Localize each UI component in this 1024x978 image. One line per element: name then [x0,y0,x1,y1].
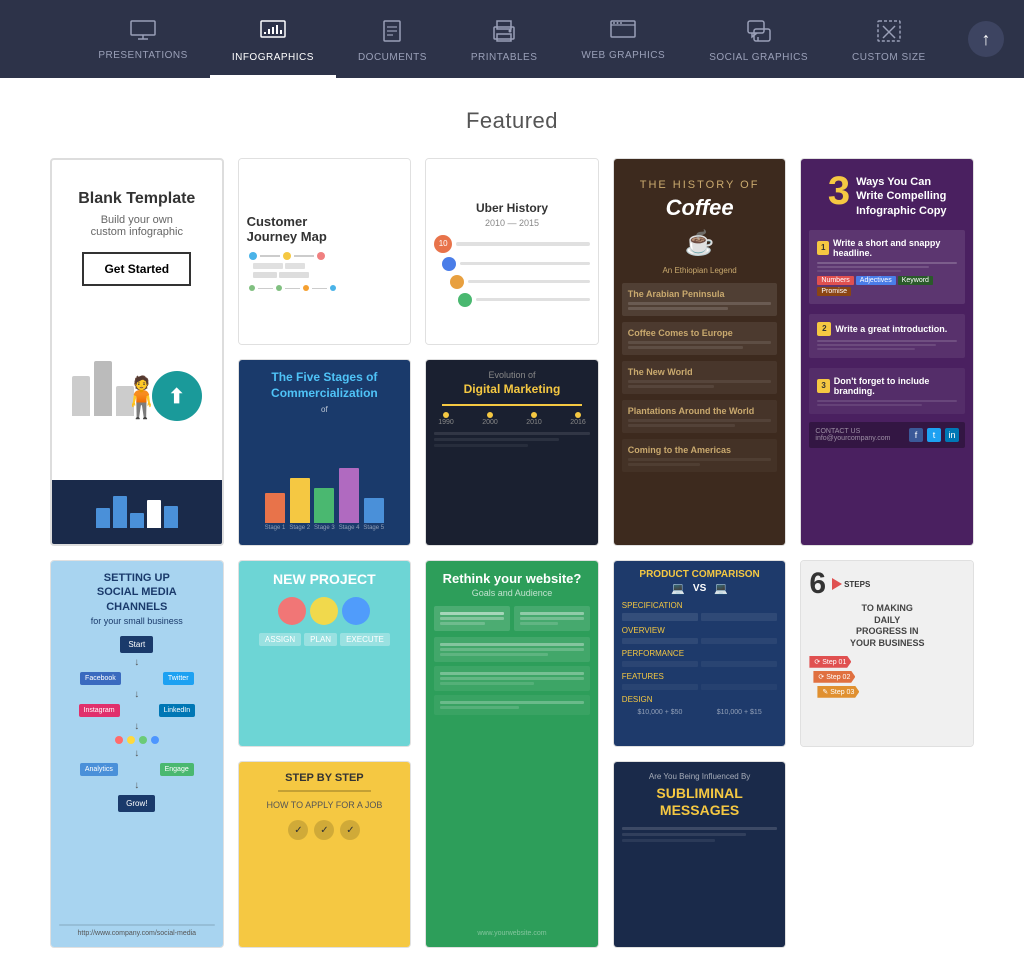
3-ways-infographic-card[interactable]: 3 Ways You CanWrite CompellingInfographi… [800,158,974,546]
product-comparison-title: PRODUCT COMPARISON [639,569,759,580]
nav-item-presentations[interactable]: PRESENTATIONS [76,10,209,78]
subliminal-title: SUBLIMINALMESSAGES [656,785,742,819]
new-project-card[interactable]: NEW PROJECT ASSIGN PLAN EXECUTE [238,560,412,747]
blank-template-title: Blank Template [78,190,195,208]
blank-template-subtitle: Build your owncustom infographic [91,214,183,238]
social-graphics-icon [747,20,771,46]
uber-history-card[interactable]: Uber History2010 — 2015 10 [425,158,599,345]
presentations-icon [130,20,156,44]
nav-item-printables[interactable]: PRINTABLES [449,10,560,78]
digital-marketing-card[interactable]: Evolution of Digital Marketing 1990 2000 [425,359,599,546]
nav-item-custom-size[interactable]: CUSTOM SIZE [830,10,948,78]
subliminal-messages-card[interactable]: Are You Being Influenced By SUBLIMINALME… [613,761,787,948]
scroll-up-button[interactable]: ↑ [968,21,1004,57]
get-started-button[interactable]: Get Started [82,252,191,286]
web-graphics-label: WEB GRAPHICS [581,50,665,61]
featured-title: Featured [50,108,974,134]
customer-journey-map-card[interactable]: CustomerJourney Map [238,158,412,345]
six-steps-card[interactable]: 6 STEPS TO MAKINGDAILYPROGRESS INYOUR BU… [800,560,974,747]
custom-size-label: CUSTOM SIZE [852,52,926,63]
nav-item-infographics[interactable]: INFOGRAPHICS [210,10,336,78]
web-graphics-icon [610,20,636,44]
custom-size-icon [877,20,901,46]
blank-template-card[interactable]: Blank Template Build your owncustom info… [50,158,224,546]
nav-item-social-graphics[interactable]: SOCIAL GRAPHICS [687,10,830,78]
five-stages-title: The Five Stages of Commercialization [247,370,403,401]
presentations-label: PRESENTATIONS [98,50,187,61]
printables-label: PRINTABLES [471,52,538,63]
navigation-bar: PRESENTATIONS INFOGRAPHICS [0,0,1024,78]
documents-icon [381,20,403,46]
social-channels-card[interactable]: SETTING UPSOCIAL MEDIACHANNELSfor your s… [50,560,224,948]
step-by-step-card[interactable]: STEP BY STEP HOW TO APPLY FOR A JOB ✓ ✓ … [238,761,412,948]
social-graphics-label: SOCIAL GRAPHICS [709,52,808,63]
infographics-icon [260,20,286,46]
documents-label: DOCUMENTS [358,52,427,63]
step-by-step-title: STEP BY STEP [285,772,363,784]
nav-item-documents[interactable]: DOCUMENTS [336,10,449,78]
rethink-website-card[interactable]: Rethink your website? Goals and Audience [425,560,599,948]
product-comparison-card[interactable]: PRODUCT COMPARISON 💻 VS 💻 SPECIFICATION … [613,560,787,747]
five-stages-card[interactable]: The Five Stages of Commercialization of … [238,359,412,546]
nav-items: PRESENTATIONS INFOGRAPHICS [76,10,947,78]
history-of-coffee-card[interactable]: THE HISTORY OF Coffee ☕ An Ethiopian Leg… [613,158,787,546]
main-content: Featured Blank Template Build your owncu… [0,78,1024,978]
template-grid: Blank Template Build your owncustom info… [50,158,974,948]
nav-item-web-graphics[interactable]: WEB GRAPHICS [559,10,687,78]
printables-icon [491,20,517,46]
infographics-label: INFOGRAPHICS [232,52,314,63]
